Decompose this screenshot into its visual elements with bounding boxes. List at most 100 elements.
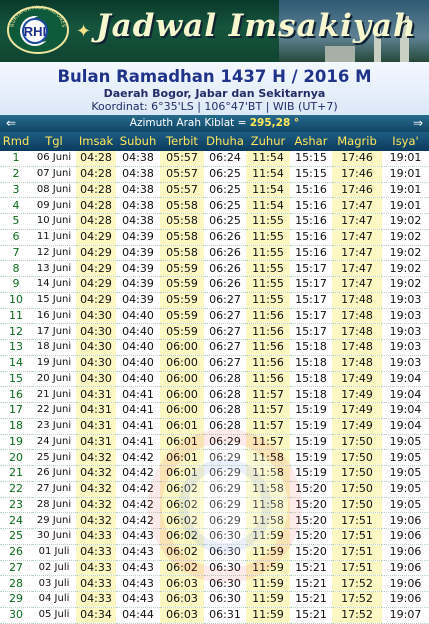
table-cell: 06:24: [204, 151, 246, 167]
table-row: 25 30 Juni 04:33 04:43 06:02 06:30 11:59 15:20 1…: [0, 528, 429, 545]
table-cell: 15:16: [290, 197, 332, 214]
table-cell: 11:59: [246, 544, 290, 561]
table-cell: 06:26: [204, 245, 246, 262]
table-cell: 04:40: [116, 355, 160, 372]
table-cell: 04:33: [76, 591, 116, 608]
table-cell: 19:03: [382, 355, 429, 372]
table-cell: 05:58: [160, 213, 204, 230]
table-cell: 29 Juni: [32, 512, 76, 529]
table-cell: 06:27: [204, 292, 246, 309]
table-cell: 15:18: [290, 355, 332, 372]
table-cell: 04:43: [116, 575, 160, 592]
table-cell: 04:42: [116, 512, 160, 529]
table-cell: 17:50: [332, 497, 382, 514]
table-cell: 05:59: [160, 276, 204, 293]
table-cell: 17:52: [332, 575, 382, 592]
table-cell: 19:02: [382, 260, 429, 277]
table-cell: 15:16: [290, 229, 332, 246]
table-cell: 3: [0, 182, 32, 199]
table-cell: 19:06: [382, 544, 429, 561]
table-cell: 11: [0, 308, 32, 325]
table-cell: 06:30: [204, 560, 246, 577]
table-cell: 15:15: [290, 151, 332, 167]
rhi-logo: RHI RUKYATUL HILAL INDONESIA: [6, 5, 69, 54]
table-cell: 21: [0, 465, 32, 482]
table-cell: 06:26: [204, 229, 246, 246]
banner-title: Jadwal Imsakiyah: [96, 8, 417, 44]
table-cell: 06:30: [204, 528, 246, 545]
table-cell: 04:28: [76, 182, 116, 199]
table-cell: 17:50: [332, 481, 382, 498]
table-cell: 09 Juni: [32, 197, 76, 214]
column-header: Zuhur: [250, 134, 286, 148]
column-header: Imsak: [78, 134, 114, 148]
table-row: 17 22 Juni 04:31 04:41 06:00 06:28 11:57 15:19 1…: [0, 402, 429, 419]
table-cell: 19:05: [382, 497, 429, 514]
table-cell: 11:59: [246, 591, 290, 608]
table-cell: 04:41: [116, 434, 160, 451]
table-row: 8 13 Juni 04:29 04:39 05:59 06:26 11:55 15:17 17…: [0, 260, 429, 277]
building: [325, 46, 355, 62]
table-cell: 02 Juli: [32, 560, 76, 577]
table-cell: 04 Juli: [32, 591, 76, 608]
table-cell: 11:56: [246, 339, 290, 356]
table-cell: 05 Juli: [32, 607, 76, 624]
table-row: 19 24 Juni 04:31 04:41 06:01 06:29 11:57 15:19 1…: [0, 434, 429, 451]
table-cell: 13 Juni: [32, 260, 76, 277]
table-cell: 04:31: [76, 402, 116, 419]
table-cell: 11:55: [246, 292, 290, 309]
table-cell: 15:19: [290, 434, 332, 451]
table-cell: 15:17: [290, 260, 332, 277]
table-cell: 17:49: [332, 371, 382, 388]
table-cell: 6: [0, 229, 32, 246]
table-cell: 06:02: [160, 528, 204, 545]
table-cell: 04:34: [76, 607, 116, 624]
azimuth-value: 295,28 °: [249, 117, 300, 129]
table-cell: 06:00: [160, 386, 204, 403]
table-cell: 19:04: [382, 418, 429, 435]
table-cell: 16: [0, 386, 32, 403]
table-cell: 19:02: [382, 229, 429, 246]
table-row: 30 05 Juli 04:34 04:44 06:03 06:31 11:59 15:21 1…: [0, 607, 429, 624]
column-header: Tgl: [45, 134, 63, 148]
table-cell: 04:29: [76, 260, 116, 277]
table-cell: 05:57: [160, 182, 204, 199]
table-cell: 06:27: [204, 323, 246, 340]
arrow-left-icon[interactable]: ⇐: [6, 115, 16, 132]
table-cell: 19:05: [382, 465, 429, 482]
svg-text:RHI: RHI: [24, 24, 46, 39]
table-cell: 06:02: [160, 544, 204, 561]
table-cell: 06:03: [160, 575, 204, 592]
table-cell: 19:04: [382, 402, 429, 419]
table-cell: 15:17: [290, 323, 332, 340]
table-cell: 17:46: [332, 182, 382, 199]
table-cell: 19:01: [382, 151, 429, 167]
table-cell: 04:31: [76, 418, 116, 435]
table-cell: 17: [0, 402, 32, 419]
table-cell: 26: [0, 544, 32, 561]
table-cell: 04:38: [116, 197, 160, 214]
table-cell: 15:18: [290, 339, 332, 356]
table-cell: 11:57: [246, 434, 290, 451]
table-cell: 04:30: [76, 355, 116, 372]
table-cell: 04:39: [116, 260, 160, 277]
table-cell: 19:02: [382, 213, 429, 230]
table-cell: 19:03: [382, 308, 429, 325]
table-row: 13 18 Juni 04:30 04:40 06:00 06:27 11:56 15:18 1…: [0, 339, 429, 356]
table-cell: 05:59: [160, 308, 204, 325]
table-cell: 11:54: [246, 182, 290, 199]
table-cell: 11:55: [246, 213, 290, 230]
table-cell: 29: [0, 591, 32, 608]
table-cell: 9: [0, 276, 32, 293]
arrow-right-icon[interactable]: ⇒: [413, 115, 423, 132]
table-cell: 04:33: [76, 560, 116, 577]
table-cell: 15:18: [290, 386, 332, 403]
table-cell: 06 Juni: [32, 151, 76, 167]
table-cell: 04:33: [76, 544, 116, 561]
table-cell: 15:20: [290, 497, 332, 514]
table-row: 26 01 Juli 04:33 04:43 06:02 06:30 11:59 15:20 1…: [0, 544, 429, 561]
table-cell: 05:59: [160, 292, 204, 309]
table-cell: 25 Juni: [32, 449, 76, 466]
table-cell: 11:54: [246, 151, 290, 167]
table-cell: 11:59: [246, 528, 290, 545]
